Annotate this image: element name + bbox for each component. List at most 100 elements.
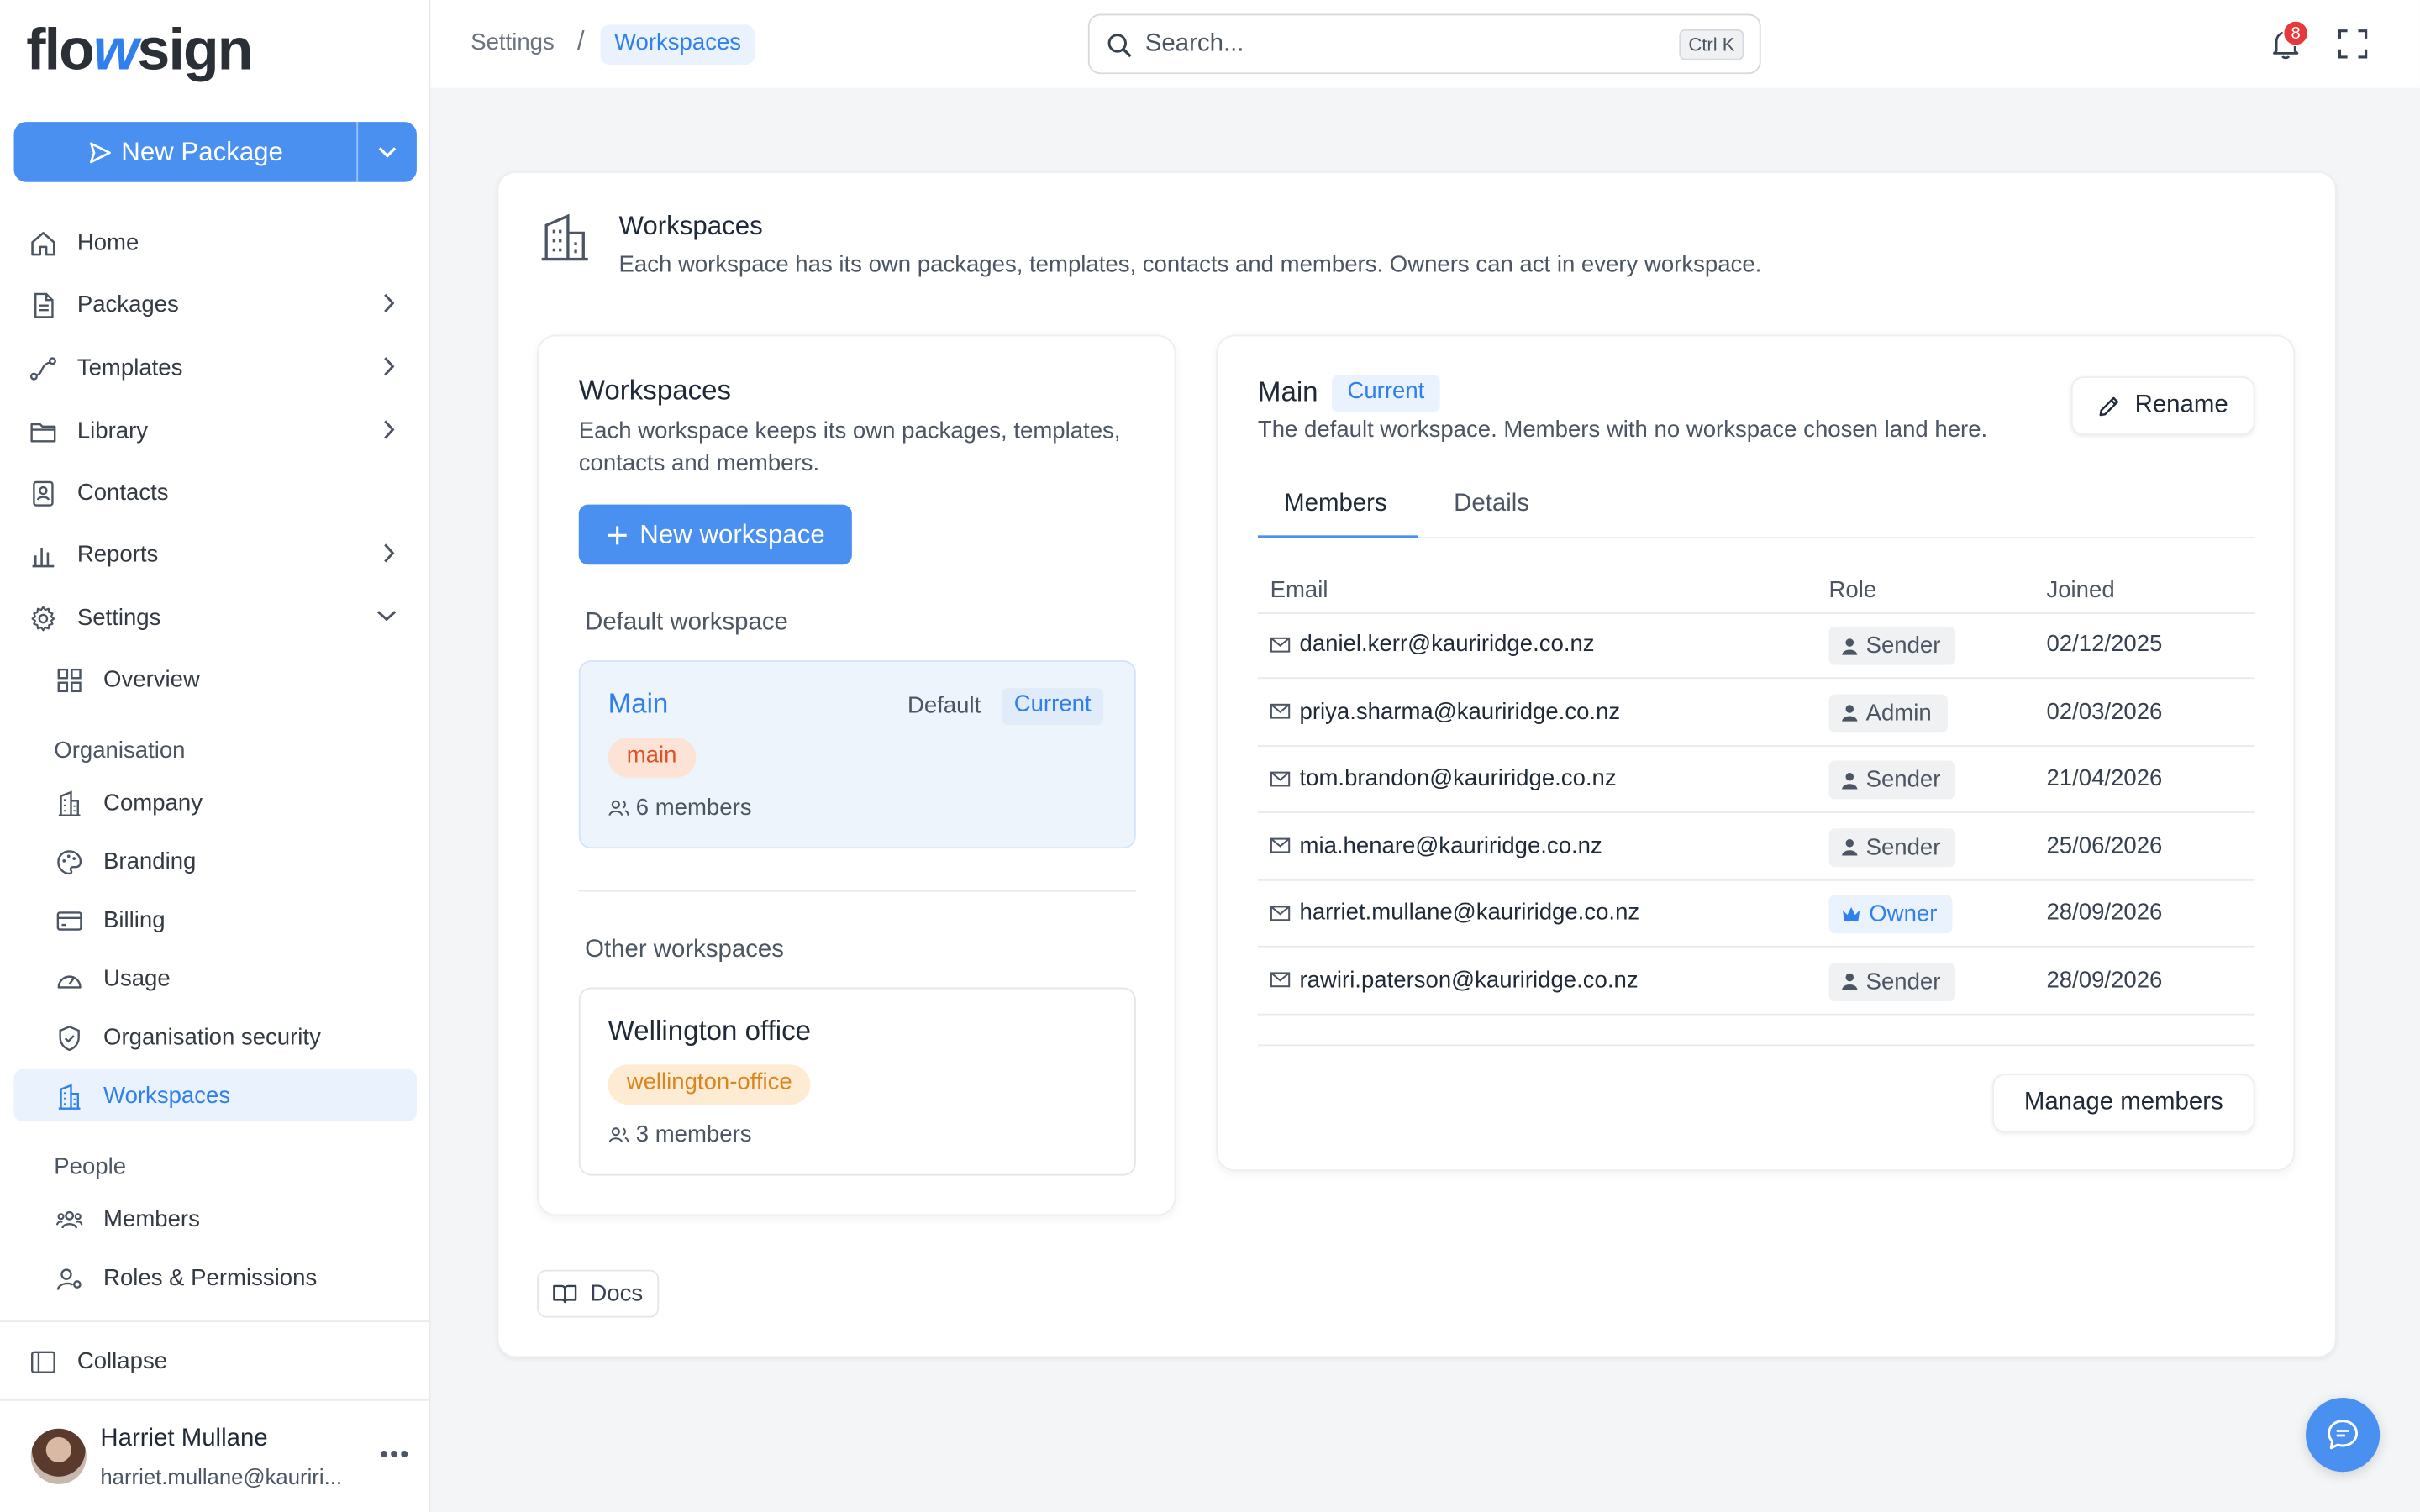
sidebar-item-label: Branding xyxy=(103,848,197,874)
sidebar-item-billing[interactable]: Billing xyxy=(14,893,417,945)
collapse-label: Collapse xyxy=(76,1347,168,1374)
role-badge: Owner xyxy=(1828,895,1953,934)
sidebar-item-label: Roles & Permissions xyxy=(103,1264,318,1291)
sidebar-item-members[interactable]: Members xyxy=(14,1193,417,1245)
building-icon xyxy=(58,790,81,816)
chevron-right-icon xyxy=(384,420,395,439)
sidebar-item-label: Company xyxy=(103,789,203,816)
sidebar-item-label: Templates xyxy=(76,354,183,381)
notification-badge: 8 xyxy=(2282,19,2309,47)
sidebar-item-contacts[interactable]: Contacts xyxy=(14,466,417,518)
role-label: Sender xyxy=(1865,833,1941,860)
role-badge: Sender xyxy=(1828,962,1956,1001)
tab-members[interactable]: Members xyxy=(1284,491,1386,518)
breadcrumb-workspaces[interactable]: Workspaces xyxy=(600,24,755,66)
sidebar-item-settings[interactable]: Settings xyxy=(14,591,417,643)
sidebar-item-roles-permissions[interactable]: Roles & Permissions xyxy=(14,1252,417,1304)
gauge-icon xyxy=(57,975,82,989)
active-tab-indicator xyxy=(1257,535,1418,539)
joined-date: 02/12/2025 xyxy=(2046,631,2163,658)
sidebar-item-company[interactable]: Company xyxy=(14,776,417,828)
table-row[interactable]: mia.henare@kauriridge.co.nz Sender 25/06/2… xyxy=(1257,814,2255,880)
sidebar-item-label: Members xyxy=(103,1205,200,1232)
divider xyxy=(0,1320,431,1323)
table-row[interactable]: daniel.kerr@kauriridge.co.nz Sender 02/12/… xyxy=(1257,612,2255,680)
member-email: daniel.kerr@kauriridge.co.nz xyxy=(1299,631,1595,658)
more-options-icon[interactable]: ••• xyxy=(380,1442,410,1470)
docs-button[interactable]: Docs xyxy=(537,1269,660,1318)
table-row[interactable]: rawiri.paterson@kauriridge.co.nz Sender 28… xyxy=(1257,948,2255,1015)
member-email-cell: mia.henare@kauriridge.co.nz xyxy=(1270,832,1602,858)
book-open-icon xyxy=(553,1284,578,1304)
new-package-button[interactable]: New Package xyxy=(14,122,357,182)
sidebar-item-label: Usage xyxy=(103,964,171,992)
chat-button[interactable] xyxy=(2306,1398,2381,1473)
chevron-right-icon xyxy=(384,543,395,563)
user-menu[interactable]: Harriet Mullane harriet.mullane@kauriri.… xyxy=(0,1401,430,1512)
sidebar-item-workspaces[interactable]: Workspaces xyxy=(13,1068,417,1122)
sidebar-item-organisation-security[interactable]: Organisation security xyxy=(14,1011,417,1063)
user-email: harriet.mullane@kauriri... xyxy=(100,1464,343,1489)
crown-icon xyxy=(1843,906,1860,921)
joined-date: 28/09/2026 xyxy=(2046,899,2163,927)
app-frame: flowsign New Package Home Packages Templ… xyxy=(0,0,2420,1512)
docs-label: Docs xyxy=(590,1280,644,1307)
sidebar-item-home[interactable]: Home xyxy=(14,216,417,268)
member-email: priya.sharma@kauriridge.co.nz xyxy=(1299,698,1621,725)
table-row[interactable]: harriet.mullane@kauriridge.co.nz Owner 28/… xyxy=(1257,881,2255,948)
sidebar: flowsign New Package Home Packages Templ… xyxy=(0,0,431,1512)
sidebar-item-branding[interactable]: Branding xyxy=(14,835,417,887)
sidebar-item-packages[interactable]: Packages xyxy=(14,278,417,330)
sidebar-item-reports[interactable]: Reports xyxy=(14,528,417,580)
panel-title: Workspaces xyxy=(578,375,732,407)
role-badge: Sender xyxy=(1828,827,1956,867)
user-icon xyxy=(1842,838,1858,856)
user-icon xyxy=(1842,973,1858,990)
sidebar-item-templates[interactable]: Templates xyxy=(14,341,417,393)
folder-icon xyxy=(30,423,56,443)
new-package-dropdown[interactable] xyxy=(356,122,417,182)
divider xyxy=(1257,1044,2255,1047)
new-workspace-button[interactable]: New workspace xyxy=(578,504,852,565)
collapse-button[interactable]: Collapse xyxy=(14,1335,417,1387)
new-package-button-group: New Package xyxy=(13,122,417,182)
joined-date: 21/04/2026 xyxy=(2046,765,2163,792)
rename-button[interactable]: Rename xyxy=(2070,376,2255,435)
role-label: Admin xyxy=(1865,699,1932,727)
plus-icon xyxy=(607,525,626,544)
home-icon xyxy=(31,232,55,256)
table-row[interactable]: priya.sharma@kauriridge.co.nz Admin 02/03/… xyxy=(1257,680,2255,747)
search-input[interactable]: Search... Ctrl K xyxy=(1087,13,1761,75)
role-label: Sender xyxy=(1865,633,1941,659)
sidebar-item-usage[interactable]: Usage xyxy=(14,952,417,1004)
building-icon xyxy=(541,213,588,261)
credit-card-icon xyxy=(56,911,82,931)
search-placeholder: Search... xyxy=(1144,30,1244,57)
breadcrumb-settings[interactable]: Settings xyxy=(471,29,555,55)
mail-icon xyxy=(1270,837,1291,853)
sidebar-item-overview[interactable]: Overview xyxy=(14,653,417,705)
mail-icon xyxy=(1270,905,1291,921)
user-icon xyxy=(1842,772,1858,789)
workspace-card-wellington[interactable]: Wellington office wellington-office 3 me… xyxy=(578,987,1136,1176)
workspace-description: The default workspace. Members with no w… xyxy=(1257,416,1988,444)
contact-card-icon xyxy=(33,480,54,507)
table-row[interactable]: tom.brandon@kauriridge.co.nz Sender 21/04/… xyxy=(1257,747,2255,813)
member-email-cell: daniel.kerr@kauriridge.co.nz xyxy=(1270,631,1595,657)
rename-label: Rename xyxy=(2134,391,2228,418)
logo: flowsign xyxy=(26,18,253,84)
sidebar-item-library[interactable]: Library xyxy=(14,404,417,456)
workspace-members: 6 members xyxy=(608,795,752,821)
search-icon xyxy=(1107,34,1132,58)
manage-members-button[interactable]: Manage members xyxy=(1992,1074,2255,1133)
workspace-name: Wellington office xyxy=(608,1015,812,1047)
sidebar-item-label: Billing xyxy=(103,906,166,933)
mail-icon xyxy=(1270,972,1291,988)
role-badge: Admin xyxy=(1828,693,1948,732)
tab-details[interactable]: Details xyxy=(1454,491,1529,518)
search-shortcut: Ctrl K xyxy=(1679,29,1744,60)
chevron-right-icon xyxy=(384,293,395,313)
fullscreen-icon[interactable] xyxy=(2338,29,2368,59)
sidebar-item-label: Library xyxy=(76,417,149,444)
users-icon xyxy=(55,1210,83,1229)
